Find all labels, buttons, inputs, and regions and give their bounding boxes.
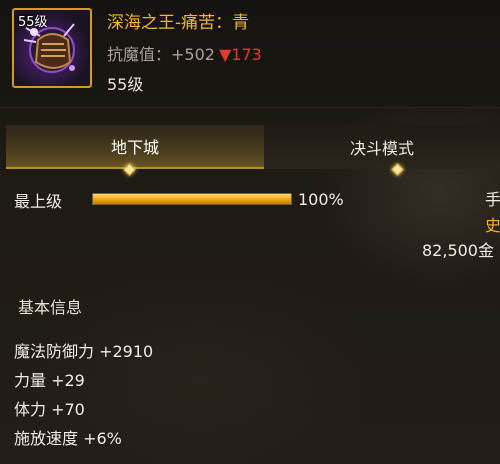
resist-stat: 抗魔值：+502 ▼173	[107, 41, 262, 65]
stat-strength: 力量 +29	[14, 371, 85, 390]
tab-dungeon-label: 地下城	[110, 138, 159, 157]
progress-bar	[92, 193, 292, 205]
side-panel-text-1: 手	[485, 190, 500, 209]
progress-percent: 100%	[298, 190, 344, 209]
tab-duel-mode[interactable]: 决斗模式	[264, 125, 500, 169]
side-panel-text-2: 史	[485, 216, 500, 235]
item-header: 55级 深海之王-痛苦：青 抗魔值：+502 ▼173 55级	[0, 0, 500, 108]
item-level: 55级	[107, 75, 144, 94]
stat-magic-defense: 魔法防御力 +2910	[14, 342, 154, 361]
upgrade-progress: 最上级 100%	[14, 186, 500, 214]
progress-label: 最上级	[14, 192, 63, 211]
stat-cast-speed: 施放速度 +6%	[14, 429, 122, 448]
tab-dungeon[interactable]: 地下城	[6, 125, 264, 169]
basic-info-stats: 魔法防御力 +2910 力量 +29 体力 +70 施放速度 +6%	[14, 342, 153, 458]
resist-stat-label: 抗魔值：	[107, 45, 172, 64]
tab-duel-label: 决斗模式	[349, 139, 414, 158]
stat-vitality: 体力 +70	[14, 400, 85, 419]
side-panel-price: 82,500金	[422, 241, 494, 260]
item-icon[interactable]: 55级	[12, 8, 92, 88]
resist-stat-value: +502	[171, 45, 215, 64]
basic-info-title: 基本信息	[18, 298, 83, 317]
mode-tabs: 地下城 决斗模式	[0, 125, 500, 169]
icon-level-label: 55级	[18, 15, 48, 30]
resist-decrease: ▼173	[218, 45, 262, 64]
progress-bar-fill	[93, 194, 291, 204]
item-name: 深海之王-痛苦：青	[107, 13, 250, 33]
